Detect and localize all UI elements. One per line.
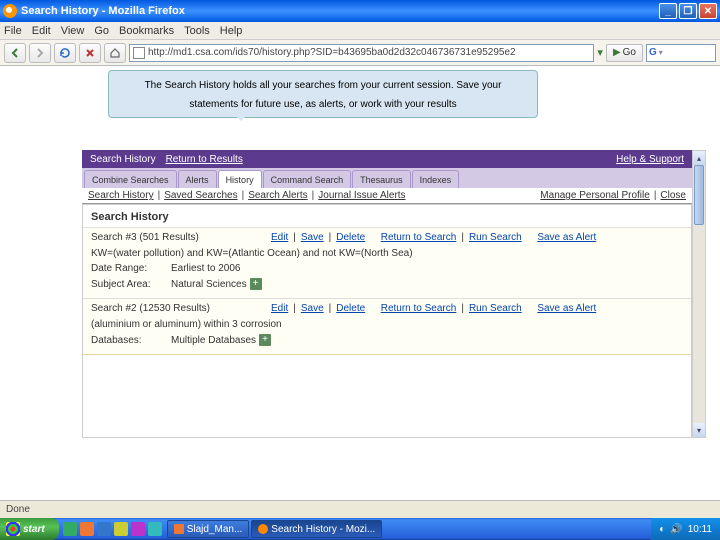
- stop-button[interactable]: [79, 43, 101, 63]
- app-header-bar: Search History Return to Results Help & …: [82, 150, 692, 168]
- s3-save[interactable]: Save: [301, 232, 324, 243]
- s3-return[interactable]: Return to Search: [381, 232, 457, 243]
- s3-query: KW=(water pollution) and KW=(Atlantic Oc…: [91, 248, 413, 259]
- menu-tools[interactable]: Tools: [184, 25, 210, 37]
- s3-alert[interactable]: Save as Alert: [537, 232, 596, 243]
- ql-icon[interactable]: [131, 522, 145, 536]
- subnav-close[interactable]: Close: [660, 190, 686, 201]
- status-bar: Done: [0, 500, 720, 518]
- clock: 10:11: [688, 524, 712, 535]
- menu-view[interactable]: View: [61, 25, 85, 37]
- back-button[interactable]: [4, 43, 26, 63]
- start-button[interactable]: start: [0, 518, 59, 540]
- ql-icon[interactable]: [148, 522, 162, 536]
- search-name: Search #3 (501 Results): [91, 232, 271, 243]
- s2-delete[interactable]: Delete: [336, 303, 365, 314]
- scrollbar[interactable]: ▴ ▾: [692, 150, 706, 438]
- s3-delete[interactable]: Delete: [336, 232, 365, 243]
- tab-combine[interactable]: Combine Searches: [84, 170, 177, 188]
- subnav-manage-profile[interactable]: Manage Personal Profile: [540, 190, 650, 201]
- help-support-link[interactable]: Help & Support: [616, 154, 684, 165]
- menu-bar: File Edit View Go Bookmarks Tools Help: [0, 22, 720, 40]
- tabs-row: Combine Searches Alerts History Command …: [82, 168, 692, 188]
- return-results-link[interactable]: Return to Results: [166, 154, 243, 165]
- taskbar: start Slajd_Man... Search History - Mozi…: [0, 518, 720, 540]
- s3-run[interactable]: Run Search: [469, 232, 522, 243]
- taskbar-item-1[interactable]: Slajd_Man...: [167, 520, 250, 538]
- s2-run[interactable]: Run Search: [469, 303, 522, 314]
- system-tray[interactable]: ◐ 🔊 10:11: [651, 518, 720, 540]
- expand-icon[interactable]: +: [250, 278, 262, 290]
- subnav-journal-alerts[interactable]: Journal Issue Alerts: [318, 190, 405, 201]
- ql-icon[interactable]: [114, 522, 128, 536]
- instruction-callout: The Search History holds all your search…: [108, 70, 538, 118]
- scroll-down-icon[interactable]: ▾: [693, 423, 705, 437]
- s2-return[interactable]: Return to Search: [381, 303, 457, 314]
- results-panel: Search History Search #3 (501 Results) E…: [82, 204, 692, 438]
- status-text: Done: [6, 504, 30, 515]
- tray-icon[interactable]: ◐: [659, 524, 665, 535]
- go-button[interactable]: ▶Go: [606, 44, 643, 62]
- menu-file[interactable]: File: [4, 25, 22, 37]
- s3-edit[interactable]: Edit: [271, 232, 288, 243]
- taskbar-item-2[interactable]: Search History - Mozi...: [251, 520, 382, 538]
- tab-command[interactable]: Command Search: [263, 170, 352, 188]
- firefox-icon: [3, 4, 17, 18]
- nav-toolbar: http://md1.csa.com/ids70/history.php?SID…: [0, 40, 720, 66]
- s2-alert[interactable]: Save as Alert: [537, 303, 596, 314]
- window-titlebar: Search History - Mozilla Firefox _ ❐ ✕: [0, 0, 720, 22]
- expand-icon[interactable]: +: [259, 334, 271, 346]
- url-text: http://md1.csa.com/ids70/history.php?SID…: [148, 47, 516, 58]
- subnav-search-history[interactable]: Search History: [88, 190, 154, 201]
- menu-bookmarks[interactable]: Bookmarks: [119, 25, 174, 37]
- s2-query: (aluminium or aluminum) within 3 corrosi…: [91, 319, 282, 330]
- scroll-up-icon[interactable]: ▴: [693, 151, 705, 165]
- forward-button[interactable]: [29, 43, 51, 63]
- subnav-search-alerts[interactable]: Search Alerts: [248, 190, 307, 201]
- panel-heading: Search History: [83, 205, 691, 228]
- minimize-button[interactable]: _: [659, 3, 677, 19]
- url-bar[interactable]: http://md1.csa.com/ids70/history.php?SID…: [129, 44, 594, 62]
- header-title: Search History: [90, 154, 156, 165]
- reload-button[interactable]: [54, 43, 76, 63]
- sub-nav: Search History| Saved Searches| Search A…: [82, 188, 692, 204]
- tab-thesaurus[interactable]: Thesaurus: [352, 170, 411, 188]
- page-icon: [133, 47, 145, 59]
- tray-icon[interactable]: 🔊: [670, 524, 682, 535]
- subnav-saved-searches[interactable]: Saved Searches: [164, 190, 237, 201]
- window-title: Search History - Mozilla Firefox: [21, 5, 659, 17]
- ql-icon[interactable]: [80, 522, 94, 536]
- tab-history[interactable]: History: [218, 170, 262, 188]
- tab-alerts[interactable]: Alerts: [178, 170, 217, 188]
- s2-edit[interactable]: Edit: [271, 303, 288, 314]
- menu-help[interactable]: Help: [220, 25, 243, 37]
- menu-edit[interactable]: Edit: [32, 25, 51, 37]
- search-name: Search #2 (12530 Results): [91, 303, 271, 314]
- maximize-button[interactable]: ❐: [679, 3, 697, 19]
- ql-icon[interactable]: [63, 522, 77, 536]
- content-area: The Search History holds all your search…: [0, 66, 720, 518]
- search-block-3: Search #3 (501 Results) Edit| Save| Dele…: [83, 228, 691, 299]
- menu-go[interactable]: Go: [94, 25, 109, 37]
- quick-launch: [59, 522, 166, 536]
- home-button[interactable]: [104, 43, 126, 63]
- tab-indexes[interactable]: Indexes: [412, 170, 460, 188]
- browser-search-box[interactable]: G▾: [646, 44, 716, 62]
- close-button[interactable]: ✕: [699, 3, 717, 19]
- ql-icon[interactable]: [97, 522, 111, 536]
- scroll-thumb[interactable]: [694, 165, 704, 225]
- s2-save[interactable]: Save: [301, 303, 324, 314]
- search-block-2: Search #2 (12530 Results) Edit| Save| De…: [83, 299, 691, 355]
